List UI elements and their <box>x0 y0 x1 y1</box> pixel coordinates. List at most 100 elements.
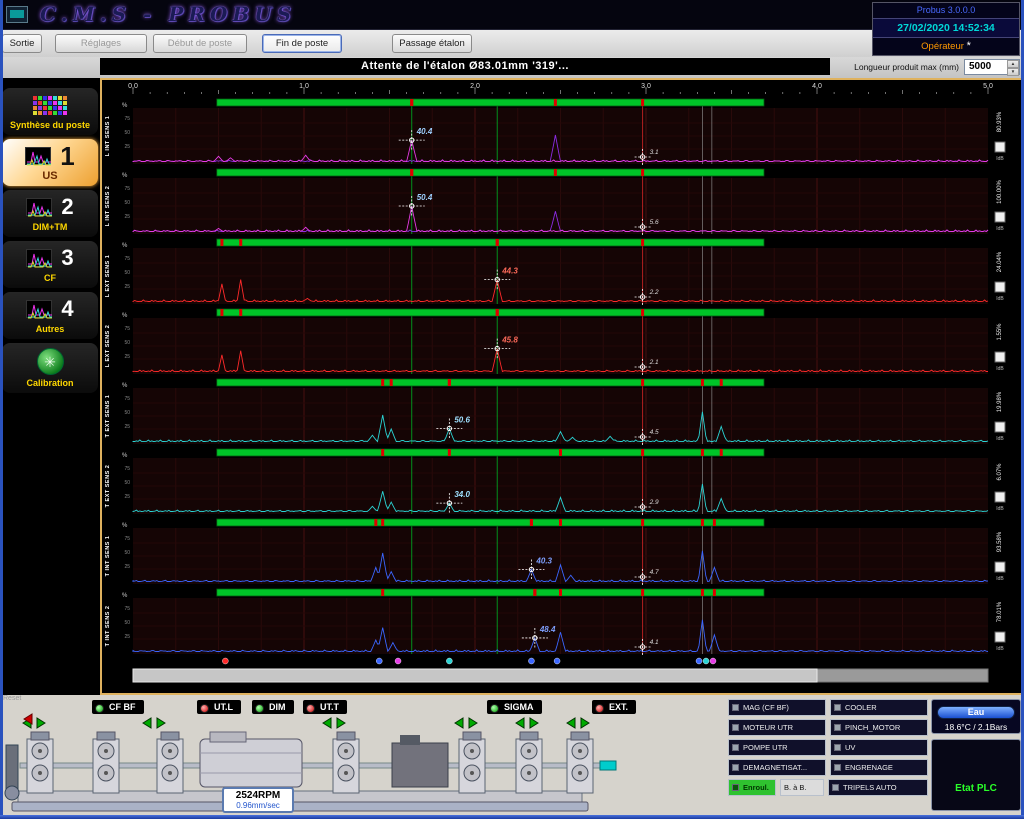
sidebar-item-number: 4 <box>61 297 73 321</box>
calibration-icon: ✳ <box>37 348 64 375</box>
led-indicator-icon <box>732 704 739 711</box>
control-button-moteur-utr[interactable]: MOTEUR UTR <box>728 719 826 736</box>
svg-text:L INT SENS 2: L INT SENS 2 <box>105 186 111 227</box>
led-indicator-icon <box>732 724 739 731</box>
channel-checkbox[interactable] <box>995 422 1005 432</box>
svg-text:T EXT SENS 2: T EXT SENS 2 <box>105 465 111 508</box>
svg-text:1.55%: 1.55% <box>997 323 1003 341</box>
svg-text:50: 50 <box>124 410 130 416</box>
svg-text:IdB: IdB <box>996 436 1004 442</box>
sidebar-item-autres[interactable]: 4Autres <box>2 292 98 339</box>
svg-text:%: % <box>122 313 128 319</box>
machine-schematic <box>4 709 654 813</box>
led-indicator-icon <box>732 744 739 751</box>
svg-text:T INT SENS 1: T INT SENS 1 <box>105 536 111 577</box>
svg-text:40.4: 40.4 <box>416 127 433 136</box>
sidebar-item-number: 2 <box>61 195 73 219</box>
svg-text:75: 75 <box>124 396 130 402</box>
plc-panel: Etat PLC <box>931 739 1021 811</box>
svg-text:25: 25 <box>124 634 130 640</box>
waveform-icon <box>26 198 52 216</box>
channel-checkbox[interactable] <box>995 492 1005 502</box>
control-button-label: ENGRENAGE <box>845 763 893 772</box>
toolbar-button-d-but-de-poste[interactable]: Début de poste <box>153 34 247 53</box>
sidebar-item-number: 1 <box>60 144 74 168</box>
length-spinner[interactable]: 5000 ▲ ▼ <box>964 59 1020 75</box>
status-banner: Attente de l'étalon Ø83.01mm '319'... <box>100 58 830 75</box>
chart-scrollbar-thumb[interactable] <box>133 669 817 682</box>
sidebar-item-cf[interactable]: 3CF <box>2 241 98 288</box>
svg-text:2.1: 2.1 <box>649 359 659 366</box>
control-row: POMPE UTR UV <box>728 739 928 756</box>
defect-marker-dot <box>222 658 228 664</box>
sidebar-item-synth-se-du-poste[interactable]: Synthèse du poste <box>2 88 98 135</box>
sidebar-item-us[interactable]: 1 US <box>2 139 98 186</box>
svg-text:44.3: 44.3 <box>501 267 518 276</box>
window-border-bottom <box>0 815 1024 819</box>
led-indicator-icon <box>832 784 839 791</box>
svg-text:19.98%: 19.98% <box>997 391 1003 412</box>
channel-checkbox[interactable] <box>995 632 1005 642</box>
sidebar-item-label: US <box>4 171 96 182</box>
svg-text:%: % <box>122 243 128 249</box>
svg-text:IdB: IdB <box>996 156 1004 162</box>
led-indicator-icon <box>732 784 739 791</box>
defect-marker-dot <box>395 658 401 664</box>
channel-checkbox[interactable] <box>995 142 1005 152</box>
control-button-pompe-utr[interactable]: POMPE UTR <box>728 739 826 756</box>
sidebar-item-calibration[interactable]: ✳Calibration <box>2 343 98 393</box>
svg-text:50: 50 <box>124 620 130 626</box>
toolbar-button-fin-de-poste[interactable]: Fin de poste <box>262 34 342 53</box>
control-button-cooler[interactable]: COOLER <box>830 699 928 716</box>
control-row: MAG (CF BF)COOLER <box>728 699 928 716</box>
svg-text:4.5: 4.5 <box>650 429 659 436</box>
toolbar-button-r-glages[interactable]: Réglages <box>55 34 147 53</box>
svg-text:T EXT SENS 1: T EXT SENS 1 <box>105 395 111 438</box>
control-button-engrenage[interactable]: ENGRENAGE <box>830 759 928 776</box>
sidebar-item-label: Synthèse du poste <box>4 120 96 131</box>
channel-checkbox[interactable] <box>995 562 1005 572</box>
plc-status-label: Etat PLC <box>932 783 1020 794</box>
channel-checkbox[interactable] <box>995 212 1005 222</box>
svg-text:24.04%: 24.04% <box>997 251 1003 272</box>
svg-text:2.2: 2.2 <box>649 289 659 296</box>
defect-marker-dot <box>446 658 452 664</box>
control-button-label: TRIPELS AUTO <box>843 783 897 792</box>
length-label: Longueur produit max (mm) <box>854 62 959 72</box>
control-button-label: UV <box>845 743 855 752</box>
control-button-mag-cf-bf[interactable]: MAG (CF BF) <box>728 699 826 716</box>
control-button-pinch-motor[interactable]: PINCH_MOTOR <box>830 719 928 736</box>
temperature-pressure: 18.6°C / 2.1Bars <box>932 722 1020 732</box>
svg-text:50: 50 <box>124 200 130 206</box>
rpm-value: 2524RPM <box>226 790 290 801</box>
control-button-tripels-auto[interactable]: TRIPELS AUTO <box>828 779 928 796</box>
waveform-icon <box>26 249 52 267</box>
svg-text:%: % <box>122 453 128 459</box>
channel-checkbox[interactable] <box>995 282 1005 292</box>
spin-up-icon[interactable]: ▲ <box>1007 60 1019 68</box>
toolbar-button-passage-talon[interactable]: Passage étalon <box>392 34 472 53</box>
svg-text:50: 50 <box>124 550 130 556</box>
waveform-icon <box>25 147 51 165</box>
control-button-enroul[interactable]: Enroul. <box>728 779 776 796</box>
control-panel: MAG (CF BF)COOLERMOTEUR UTRPINCH_MOTORPO… <box>728 699 928 796</box>
waveform-icon <box>26 300 52 318</box>
control-button-demagnetisat[interactable]: DEMAGNETISAT... <box>728 759 826 776</box>
control-button-b-b[interactable]: B. à B. <box>780 779 824 796</box>
spin-down-icon[interactable]: ▼ <box>1007 68 1019 76</box>
control-button-uv[interactable]: UV <box>830 739 928 756</box>
eau-button[interactable]: Eau <box>937 706 1015 719</box>
reset-label: Reset <box>3 695 21 702</box>
channel-checkbox[interactable] <box>995 352 1005 362</box>
svg-text:L EXT SENS 1: L EXT SENS 1 <box>105 255 111 298</box>
operator-star: * <box>967 40 971 52</box>
svg-text:25: 25 <box>124 284 130 290</box>
sidebar-item-dim-tm[interactable]: 2DIM+TM <box>2 190 98 237</box>
svg-text:75: 75 <box>124 466 130 472</box>
control-row: MOTEUR UTRPINCH_MOTOR <box>728 719 928 736</box>
svg-text:50.4: 50.4 <box>417 193 433 202</box>
toolbar-button-sortie[interactable]: Sortie <box>2 34 42 53</box>
svg-text:75: 75 <box>124 256 130 262</box>
svg-text:IdB: IdB <box>996 576 1004 582</box>
defect-marker-dot <box>696 658 702 664</box>
